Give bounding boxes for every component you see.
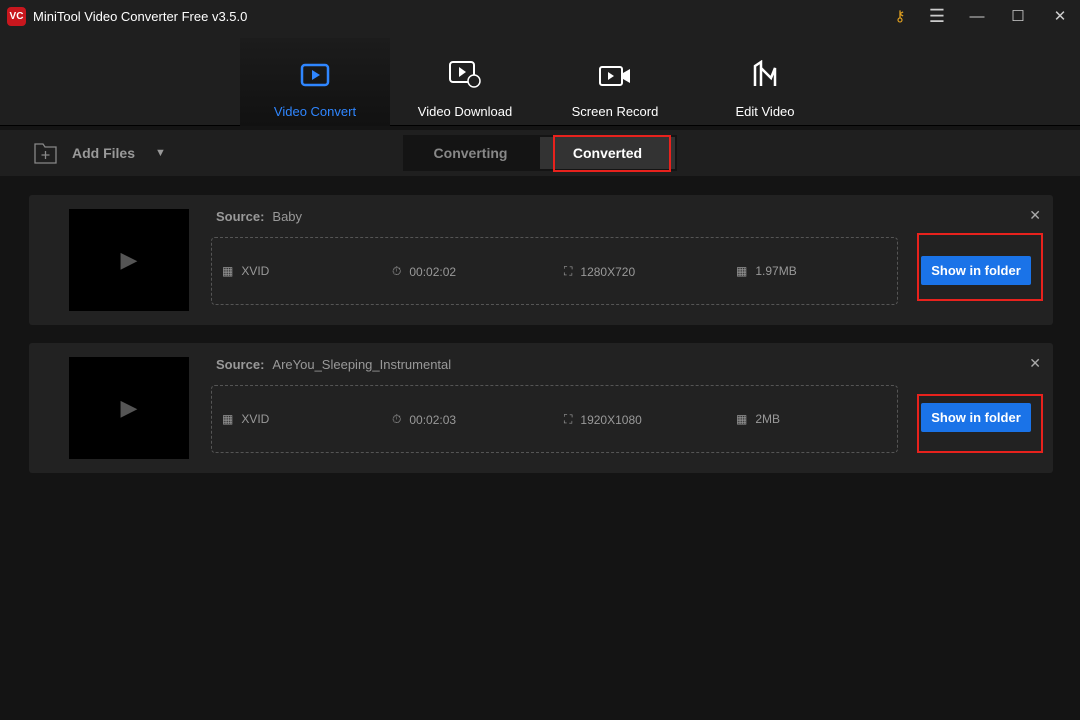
resolution-icon: ⛶ [564, 412, 573, 426]
nav-label: Edit Video [735, 104, 795, 119]
title-bar: VC MiniTool Video Converter Free v3.5.0 … [0, 0, 1080, 32]
resolution-icon: ⛶ [564, 264, 573, 278]
key-icon[interactable]: ⚷ [880, 0, 920, 32]
record-icon [540, 38, 690, 88]
file-card: ▶ Source: AreYou_Sleeping_Instrumental ✕ … [29, 343, 1053, 473]
tab-converting[interactable]: Converting [403, 135, 538, 171]
toolbar: Add Files ▼ Converting Converted [0, 130, 1080, 176]
play-icon: ▶ [120, 247, 138, 272]
close-icon[interactable]: ✕ [1029, 355, 1041, 372]
format-icon: ▦ [222, 264, 234, 278]
video-thumbnail[interactable]: ▶ [69, 209, 189, 311]
nav-screen-record[interactable]: Screen Record [540, 38, 690, 126]
video-thumbnail[interactable]: ▶ [69, 357, 189, 459]
source-line: Source: AreYou_Sleeping_Instrumental [216, 357, 451, 372]
nav-label: Video Convert [273, 104, 357, 119]
close-icon[interactable]: ✕ [1029, 207, 1041, 224]
source-label: Source: [216, 357, 265, 372]
format-icon: ▦ [222, 412, 234, 426]
convert-icon [240, 38, 390, 88]
size-icon: ▦ [736, 412, 748, 426]
format: XVID [241, 264, 270, 278]
highlight-box [917, 394, 1043, 453]
main-nav: Video Convert Video Download Screen Reco… [0, 32, 1080, 126]
file-size: 2MB [755, 412, 781, 426]
app-logo: VC [7, 6, 26, 26]
dropdown-arrow-icon[interactable]: ▼ [155, 147, 166, 159]
highlight-box [553, 135, 671, 172]
duration: 00:02:03 [409, 412, 457, 427]
add-files-button[interactable]: Add Files ▼ [34, 142, 166, 164]
play-icon: ▶ [120, 395, 138, 420]
download-icon [390, 38, 540, 88]
source-name: Baby [272, 209, 303, 224]
timer-icon: ⏱ [392, 412, 402, 426]
source-line: Source: Baby [216, 209, 302, 224]
minimize-button[interactable]: — [957, 0, 997, 32]
resolution: 1920X1080 [580, 412, 642, 427]
app-title: MiniTool Video Converter Free v3.5.0 [33, 8, 248, 24]
file-info: ▦ XVID ⏱ 00:02:02 ⛶ 1280X720 ▦ 1.97MB [211, 237, 898, 305]
timer-icon: ⏱ [392, 264, 402, 278]
menu-icon[interactable]: ☰ [917, 0, 957, 32]
duration: 00:02:02 [409, 264, 457, 279]
maximize-button[interactable]: ☐ [998, 0, 1038, 32]
resolution: 1280X720 [580, 264, 636, 279]
format: XVID [241, 412, 270, 426]
nav-video-download[interactable]: Video Download [390, 38, 540, 126]
nav-edit-video[interactable]: Edit Video [690, 38, 840, 126]
file-info: ▦ XVID ⏱ 00:02:03 ⛶ 1920X1080 ▦ 2MB [211, 385, 898, 453]
edit-icon [690, 38, 840, 88]
size-icon: ▦ [736, 264, 748, 278]
file-size: 1.97MB [755, 264, 797, 278]
highlight-box [917, 233, 1043, 301]
nav-label: Video Download [417, 104, 513, 119]
add-folder-icon [34, 143, 57, 164]
close-window-button[interactable]: ✕ [1040, 0, 1080, 32]
source-label: Source: [216, 209, 265, 224]
file-card: ▶ Source: Baby ✕ ▦ XVID ⏱ 00:02:02 ⛶ 1280X72… [29, 195, 1053, 325]
source-name: AreYou_Sleeping_Instrumental [272, 357, 452, 372]
add-files-label: Add Files [72, 145, 136, 161]
nav-label: Screen Record [571, 104, 659, 119]
nav-video-convert[interactable]: Video Convert [240, 38, 390, 126]
